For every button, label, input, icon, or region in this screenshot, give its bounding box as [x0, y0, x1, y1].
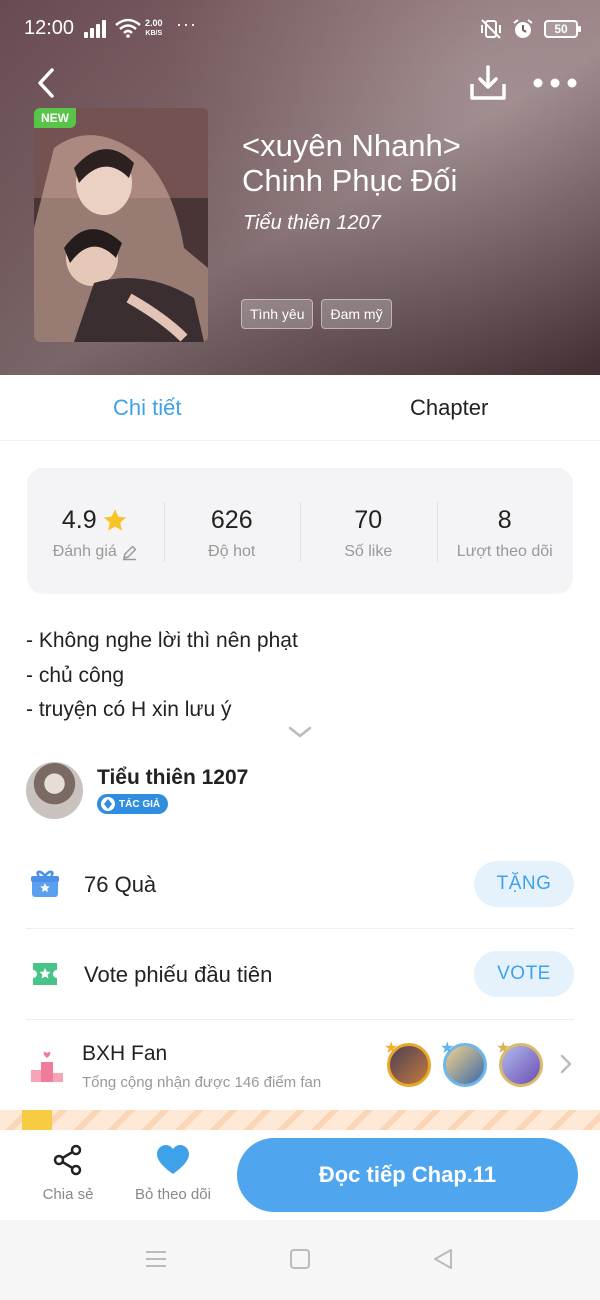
- author-name[interactable]: Tiểu thiên 1207: [97, 766, 248, 790]
- net-speed: 2.00 KB/S: [145, 19, 163, 38]
- status-right: 50: [480, 18, 581, 40]
- author-row[interactable]: Tiểu thiên 1207 TÁC GIẢ: [26, 760, 576, 820]
- hot-label: Độ hot: [208, 543, 256, 560]
- book-cover[interactable]: NEW: [34, 108, 208, 342]
- avatar[interactable]: [26, 762, 83, 819]
- tab-details[interactable]: Chi tiết: [113, 395, 181, 421]
- gift-row: 76 Quà TẶNG: [26, 845, 574, 929]
- give-gift-button[interactable]: TẶNG: [474, 861, 574, 907]
- stat-rating[interactable]: 4.9 Đánh giá: [27, 468, 164, 594]
- heart-icon: [157, 1145, 189, 1174]
- alarm-icon: [513, 19, 533, 38]
- detail-tabs: Chi tiết Chapter: [0, 375, 600, 441]
- share-button[interactable]: Chia sẻ: [38, 1142, 98, 1203]
- crown-star-icon: ★: [384, 1040, 399, 1057]
- nav-back-icon[interactable]: [432, 1248, 454, 1270]
- fan-avatar[interactable]: ★: [384, 1040, 431, 1087]
- stat-likes: 70 Số like: [300, 468, 437, 594]
- chevron-down-icon[interactable]: [286, 722, 314, 742]
- stats-card: 4.9 Đánh giá 626 Độ hot 70 Số like 8 Lượ…: [27, 468, 573, 594]
- back-arrow-icon[interactable]: [32, 66, 62, 100]
- author-badge: TÁC GIẢ: [97, 794, 169, 814]
- fan-avatar[interactable]: ★: [440, 1040, 487, 1087]
- decorative-strip-accent: [22, 1110, 52, 1130]
- likes-value: 70: [354, 506, 383, 534]
- wifi-icon: [115, 18, 141, 38]
- fan-ranking-title: BXH Fan: [82, 1042, 168, 1065]
- battery-indicator: 50: [544, 20, 581, 38]
- vibrate-icon: [481, 19, 501, 39]
- signal-icon: [84, 20, 110, 38]
- vote-row: Vote phiếu đầu tiên VOTE: [26, 929, 574, 1020]
- chevron-right-icon[interactable]: [560, 1054, 572, 1074]
- tag-romance[interactable]: Tình yêu: [241, 299, 314, 329]
- net-speed-value: 2.00: [145, 18, 163, 28]
- new-badge: NEW: [34, 108, 76, 128]
- bottom-action-bar: Chia sẻ Bỏ theo dõi Đọc tiếp Chap.11: [0, 1130, 600, 1220]
- unfollow-button[interactable]: Bỏ theo dõi: [127, 1142, 219, 1203]
- star-icon: [103, 509, 126, 531]
- tab-chapter[interactable]: Chapter: [410, 395, 488, 421]
- book-title-line-1: <xuyên Nhanh>: [242, 128, 461, 163]
- description-line: - truyện có H xin lưu ý: [26, 698, 232, 721]
- status-bar: 12:00 2.00 KB/S ··· 50: [0, 0, 600, 60]
- status-time: 12:00: [24, 17, 75, 39]
- share-icon: [53, 1144, 82, 1176]
- download-icon[interactable]: [468, 64, 508, 102]
- author-badge-icon: [101, 797, 115, 811]
- description-line: - Không nghe lời thì nên phạt: [26, 629, 298, 652]
- followers-value: 8: [497, 506, 512, 534]
- share-label: Chia sẻ: [42, 1186, 94, 1203]
- rating-value: 4.9: [61, 506, 97, 534]
- decorative-strip: [0, 1110, 600, 1130]
- author-badge-label: TÁC GIẢ: [119, 798, 161, 810]
- fan-ranking-subtitle: Tổng cộng nhận được 146 điểm fan: [82, 1074, 322, 1091]
- description-line: - chủ công: [26, 663, 125, 687]
- book-author[interactable]: Tiểu thiên 1207: [243, 212, 381, 235]
- crown-star-icon: ★: [496, 1040, 511, 1057]
- rating-label: Đánh giá: [52, 543, 117, 560]
- tag-bl[interactable]: Đam mỹ: [321, 299, 392, 329]
- vote-label: Vote phiếu đầu tiên: [84, 962, 273, 987]
- home-icon[interactable]: [289, 1248, 311, 1270]
- cover-illustration: [34, 108, 208, 342]
- likes-label: Số like: [344, 543, 393, 560]
- net-speed-unit: KB/S: [145, 30, 163, 37]
- book-title: <xuyên Nhanh> Chinh Phục Đối: [242, 128, 572, 198]
- menu-icon[interactable]: [145, 1248, 167, 1270]
- vote-button[interactable]: VOTE: [474, 951, 574, 997]
- stat-followers: 8 Lượt theo dõi: [436, 468, 574, 594]
- more-dots-icon[interactable]: [532, 70, 578, 96]
- edit-icon[interactable]: [121, 544, 138, 561]
- unfollow-label: Bỏ theo dõi: [135, 1186, 211, 1203]
- stat-hot: 626 Độ hot: [163, 468, 301, 594]
- book-title-line-2: Chinh Phục Đối: [242, 163, 458, 198]
- fan-ranking-row[interactable]: BXH Fan Tổng cộng nhận được 146 điểm fan…: [26, 1020, 574, 1110]
- genre-tags: Tình yêu Đam mỹ: [241, 299, 392, 329]
- fan-avatar[interactable]: ★: [496, 1040, 543, 1087]
- crown-star-icon: ★: [440, 1040, 455, 1057]
- status-more: ···: [176, 14, 197, 34]
- followers-label: Lượt theo dõi: [456, 543, 553, 560]
- podium-icon: [31, 1051, 63, 1082]
- gift-count: 76 Quà: [84, 872, 157, 897]
- ticket-icon: [33, 963, 57, 985]
- gift-icon: [31, 870, 59, 897]
- system-nav-bar: [0, 1220, 600, 1300]
- continue-reading-button[interactable]: Đọc tiếp Chap.11: [237, 1138, 578, 1212]
- top-fans: ★ ★ ★: [384, 1040, 543, 1087]
- book-description: - Không nghe lời thì nên phạt - chủ công…: [26, 624, 298, 728]
- hot-value: 626: [210, 506, 253, 534]
